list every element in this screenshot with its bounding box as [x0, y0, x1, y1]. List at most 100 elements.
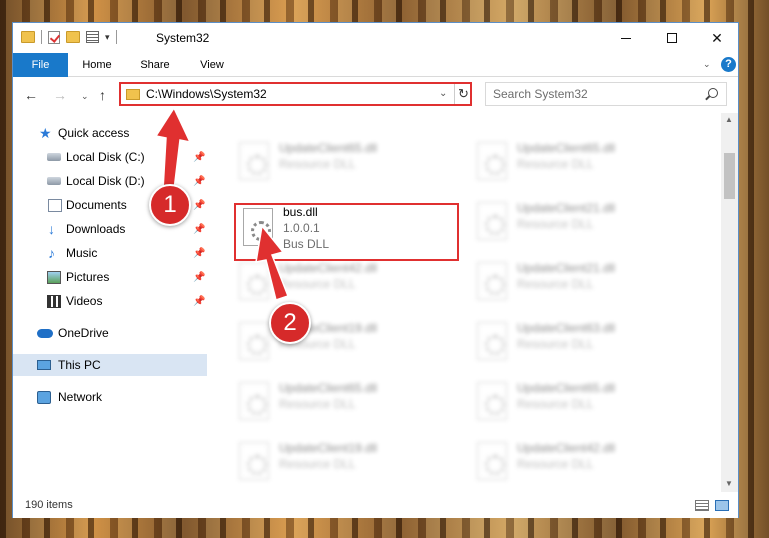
new-folder-icon[interactable]	[66, 31, 80, 43]
tab-home[interactable]: Home	[75, 53, 119, 77]
vertical-scrollbar[interactable]: ▲ ▼	[721, 113, 738, 492]
sidebar-item-label: Local Disk (D:)	[66, 174, 145, 188]
tab-file[interactable]: File	[13, 53, 68, 77]
toolbar-divider	[41, 30, 42, 44]
file-description: Resource DLL	[279, 457, 356, 471]
help-icon[interactable]: ?	[721, 57, 736, 72]
back-arrow-icon[interactable]: ←	[24, 87, 38, 103]
file-description: Resource DLL	[517, 277, 594, 291]
sidebar-item-local-disk-c[interactable]: Local Disk (C:) 📌	[13, 146, 207, 168]
up-arrow-icon[interactable]: ↑	[99, 87, 106, 103]
maximize-button[interactable]	[649, 23, 695, 53]
file-name: UpdateClient65.dll	[279, 381, 378, 395]
title-bar: ▾ System32 ✕	[13, 23, 738, 53]
tab-share[interactable]: Share	[135, 53, 175, 77]
window-title: System32	[156, 31, 210, 45]
scrollbar-thumb[interactable]	[724, 153, 735, 199]
scroll-up-icon[interactable]: ▲	[725, 115, 733, 124]
quick-access-toolbar: ▾	[21, 30, 117, 44]
sidebar-item-label: OneDrive	[58, 326, 109, 340]
pin-icon[interactable]: 📌	[193, 200, 205, 211]
sidebar-item-onedrive[interactable]: OneDrive	[13, 322, 207, 344]
file-tile[interactable]: UpdateClient42.dll Resource DLL	[471, 439, 681, 489]
sidebar-item-label: Videos	[66, 294, 103, 308]
sidebar-item-label: Quick access	[58, 126, 130, 140]
file-description: Resource DLL	[279, 277, 356, 291]
file-name: UpdateClient65.dll	[517, 381, 616, 395]
file-description: Resource DLL	[517, 397, 594, 411]
file-name: UpdateClient65.dll	[517, 141, 616, 155]
sidebar-item-label: Pictures	[66, 270, 110, 284]
properties-check-icon[interactable]	[48, 30, 60, 44]
file-name: UpdateClient42.dll	[517, 441, 616, 455]
expand-ribbon-chevron-icon[interactable]: ⌄	[703, 59, 711, 70]
file-tile[interactable]: UpdateClient65.dll Resource DLL	[471, 379, 681, 429]
dll-file-icon	[477, 202, 507, 240]
address-path[interactable]: C:\Windows\System32	[146, 87, 267, 101]
sidebar-item-music[interactable]: ♪ Music 📌	[13, 242, 207, 264]
forward-arrow-icon[interactable]: →	[53, 87, 67, 103]
toolbar-divider	[115, 30, 117, 44]
documents-icon	[48, 198, 62, 212]
file-description: Resource DLL	[517, 157, 594, 171]
file-tile-bus-dll[interactable]: bus.dll 1.0.0.1 Bus DLL	[237, 205, 447, 255]
address-dropdown-chevron-icon[interactable]: ⌄	[439, 88, 447, 99]
file-tile[interactable]: UpdateClient65.dll Resource DLL	[471, 139, 681, 189]
refresh-icon[interactable]: ↻	[454, 84, 472, 104]
pin-icon[interactable]: 📌	[193, 248, 205, 259]
item-count: 190 items	[25, 499, 73, 511]
recent-locations-chevron-icon[interactable]: ⌄	[81, 91, 89, 102]
step-1-badge: 1	[149, 184, 191, 226]
file-tile[interactable]: UpdateClient65.dll Resource DLL	[233, 379, 443, 429]
pin-icon[interactable]: 📌	[193, 176, 205, 187]
file-tile[interactable]: UpdateClient21.dll Resource DLL	[471, 259, 681, 309]
minimize-button[interactable]	[603, 23, 649, 53]
file-tile[interactable]: UpdateClient65.dll Resource DLL	[233, 139, 443, 189]
sidebar-item-network[interactable]: Network	[13, 386, 207, 408]
music-icon: ♪	[48, 244, 55, 261]
file-tile[interactable]: UpdateClient42.dll Resource DLL	[233, 259, 443, 309]
sidebar-item-pictures[interactable]: Pictures 📌	[13, 266, 207, 288]
onedrive-icon	[37, 328, 53, 338]
maximize-icon	[667, 33, 677, 43]
file-description: Bus DLL	[283, 237, 330, 251]
details-view-icon[interactable]	[695, 500, 709, 511]
properties-icon[interactable]	[86, 31, 99, 43]
sidebar-item-videos[interactable]: Videos 📌	[13, 290, 207, 312]
sidebar-item-label: Music	[66, 246, 98, 260]
pin-icon[interactable]: 📌	[193, 296, 205, 307]
file-description: Resource DLL	[517, 457, 594, 471]
search-input[interactable]	[493, 87, 693, 101]
file-tile[interactable]: UpdateClient19.dll Resource DLL	[233, 319, 443, 369]
pin-icon[interactable]: 📌	[193, 272, 205, 283]
search-icon[interactable]	[708, 88, 718, 98]
scroll-down-icon[interactable]: ▼	[725, 479, 733, 488]
file-tile[interactable]: UpdateClient19.dll Resource DLL	[233, 439, 443, 489]
file-name: UpdateClient21.dll	[517, 261, 616, 275]
step-2-badge: 2	[269, 302, 311, 344]
tab-view[interactable]: View	[193, 53, 231, 77]
file-name: UpdateClient65.dll	[279, 141, 378, 155]
file-tile[interactable]: UpdateClient63.dll Resource DLL	[471, 319, 681, 369]
file-tile[interactable]: UpdateClient21.dll Resource DLL	[471, 199, 681, 249]
pictures-icon	[47, 270, 61, 284]
sidebar-item-label: This PC	[58, 358, 101, 372]
close-button[interactable]: ✕	[694, 23, 740, 53]
file-name: UpdateClient42.dll	[279, 261, 378, 275]
dll-file-icon	[477, 442, 507, 480]
search-box[interactable]	[485, 82, 727, 106]
sidebar-item-this-pc[interactable]: This PC	[13, 354, 207, 376]
dll-file-icon	[239, 442, 269, 480]
sidebar-item-quick-access[interactable]: ★ Quick access	[13, 122, 207, 144]
drive-icon	[47, 153, 61, 161]
file-description: Resource DLL	[517, 337, 594, 351]
pin-icon[interactable]: 📌	[193, 224, 205, 235]
customize-toolbar-chevron-icon[interactable]: ▾	[105, 32, 110, 43]
address-bar[interactable]: C:\Windows\System32 ⌄ ↻	[119, 82, 472, 106]
large-icons-view-icon[interactable]	[715, 500, 729, 511]
minimize-icon	[621, 37, 631, 39]
pin-icon[interactable]: 📌	[193, 152, 205, 163]
address-row: ← → ⌄ ↑ C:\Windows\System32 ⌄ ↻	[13, 78, 738, 112]
status-bar: 190 items	[13, 493, 738, 518]
folder-icon	[21, 31, 35, 43]
